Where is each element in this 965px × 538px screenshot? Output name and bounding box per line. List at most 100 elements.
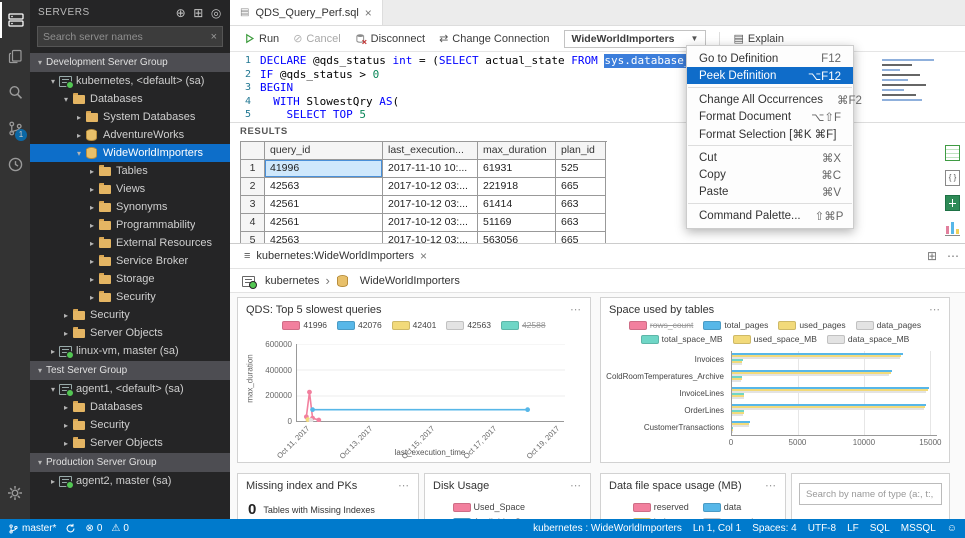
explorer-activity-icon[interactable] <box>0 38 30 74</box>
menu-item-command-palette[interactable]: Command Palette...⇧⌘P <box>687 207 853 224</box>
widget-more-actions-icon[interactable]: ⋯ <box>398 479 410 492</box>
active-connections-icon[interactable]: ◎ <box>211 6 222 20</box>
column-header[interactable]: max_duration <box>478 142 556 160</box>
table-row[interactable]: 5425632017-10-12 03:...563056665 <box>241 232 607 243</box>
object-search-input[interactable] <box>799 483 942 505</box>
legend-item[interactable]: data_space_MB <box>827 334 909 344</box>
legend-item[interactable]: rows_count <box>629 320 693 330</box>
table-row[interactable]: 1419962017-11-10 10:...61931525 <box>241 160 607 178</box>
change-connection-button[interactable]: ⇄ Change Connection <box>433 30 555 47</box>
disconnect-button[interactable]: Disconnect <box>349 31 431 47</box>
panel-more-actions-icon[interactable]: ⋯ <box>947 249 959 263</box>
new-server-group-icon[interactable]: ⊞ <box>193 6 204 20</box>
widget-more-actions-icon[interactable]: ⋯ <box>570 479 582 492</box>
tree-item[interactable]: ▸Security <box>30 416 230 434</box>
code-line[interactable]: 5 SELECT TOP 5 <box>230 108 965 122</box>
grid-cell[interactable]: 2017-10-12 03:... <box>383 178 478 196</box>
connection-status[interactable]: kubernetes : WideWorldImporters <box>533 523 682 534</box>
indentation-setting[interactable]: Spaces: 4 <box>752 523 796 534</box>
tree-item[interactable]: ▾WideWorldImporters <box>30 144 230 162</box>
cancel-button[interactable]: ⊘ Cancel <box>287 30 346 47</box>
grid-cell[interactable]: 61931 <box>478 160 556 178</box>
grid-cell[interactable]: 42561 <box>265 214 383 232</box>
legend-item[interactable]: total_space_MB <box>641 334 723 344</box>
cursor-position[interactable]: Ln 1, Col 1 <box>693 523 741 534</box>
minimap[interactable] <box>879 56 943 112</box>
grid-cell[interactable]: 665 <box>556 178 606 196</box>
tree-item[interactable]: ▸Security <box>30 306 230 324</box>
grid-cell[interactable]: 42563 <box>265 178 383 196</box>
column-header[interactable]: query_id <box>265 142 383 160</box>
grid-cell[interactable]: 42563 <box>265 232 383 243</box>
settings-gear-icon[interactable] <box>0 475 30 511</box>
grid-cell[interactable]: 41996 <box>265 160 383 178</box>
tree-item[interactable]: ▸Storage <box>30 270 230 288</box>
warnings-indicator[interactable]: ⚠0 <box>111 523 129 534</box>
tree-item[interactable]: ▸Security <box>30 288 230 306</box>
history-activity-icon[interactable] <box>0 146 30 182</box>
breadcrumb-server[interactable]: kubernetes <box>265 275 319 287</box>
clear-search-icon[interactable]: × <box>211 31 217 43</box>
breadcrumb-database[interactable]: WideWorldImporters <box>360 275 460 287</box>
menu-item-copy[interactable]: Copy⌘C <box>687 166 853 183</box>
legend-item[interactable]: reserved <box>633 502 689 512</box>
tree-item[interactable]: ▸Service Broker <box>30 252 230 270</box>
dashboard-tab[interactable]: ≡ kubernetes:WideWorldImporters × <box>236 244 435 268</box>
language-mode[interactable]: SQL <box>870 523 890 534</box>
tree-item[interactable]: ▸Synonyms <box>30 198 230 216</box>
grid-cell[interactable]: 2017-10-12 03:... <box>383 196 478 214</box>
server-search-box[interactable]: × <box>37 26 223 47</box>
close-tab-icon[interactable]: × <box>365 6 372 20</box>
tree-item[interactable]: ▾Databases <box>30 90 230 108</box>
search-activity-icon[interactable] <box>0 74 30 110</box>
run-button[interactable]: Run <box>238 31 285 47</box>
tree-item[interactable]: ▸Tables <box>30 162 230 180</box>
close-panel-tab-icon[interactable]: × <box>420 249 427 263</box>
grid-cell[interactable]: 563056 <box>478 232 556 243</box>
tree-item[interactable]: ▸AdventureWorks <box>30 126 230 144</box>
source-control-activity-icon[interactable]: 1 <box>0 110 30 146</box>
grid-cell[interactable]: 663 <box>556 214 606 232</box>
grid-cell[interactable]: 221918 <box>478 178 556 196</box>
tree-item[interactable]: ▸Views <box>30 180 230 198</box>
legend-item[interactable]: data_pages <box>856 320 921 330</box>
tree-item[interactable]: ▸System Databases <box>30 108 230 126</box>
legend-item[interactable]: used_pages <box>778 320 845 330</box>
code-line[interactable]: 2IF @qds_status > 0 <box>230 68 965 82</box>
grid-cell[interactable]: 663 <box>556 196 606 214</box>
tree-item[interactable]: ▸Databases <box>30 398 230 416</box>
tree-item[interactable]: ▸Server Objects <box>30 324 230 342</box>
tree-item[interactable]: ▾agent1, <default> (sa) <box>30 380 230 398</box>
server-group-header[interactable]: ▾Test Server Group <box>30 361 230 380</box>
widget-more-actions-icon[interactable]: ⋯ <box>929 303 941 316</box>
tree-item[interactable]: ▸External Resources <box>30 234 230 252</box>
feedback-smiley-icon[interactable]: ☺ <box>947 523 957 534</box>
grid-cell[interactable]: 2017-11-10 10:... <box>383 160 478 178</box>
view-as-chart-icon[interactable] <box>945 220 960 236</box>
grid-cell[interactable]: 665 <box>556 232 606 243</box>
menu-item-paste[interactable]: Paste⌘V <box>687 183 853 200</box>
tree-item[interactable]: ▸linux-vm, master (sa) <box>30 342 230 360</box>
git-branch-indicator[interactable]: master* <box>8 523 56 535</box>
encoding-setting[interactable]: UTF-8 <box>808 523 836 534</box>
menu-item-change-all-occurrences[interactable]: Change All Occurrences⌘F2 <box>687 91 853 108</box>
legend-item[interactable]: used_space_MB <box>733 334 817 344</box>
new-connection-icon[interactable]: ⊕ <box>176 6 187 20</box>
legend-item[interactable]: 42076 <box>337 320 382 330</box>
provider-mode[interactable]: MSSQL <box>901 523 936 534</box>
errors-indicator[interactable]: ⊗0 <box>85 523 102 534</box>
grid-cell[interactable]: 61414 <box>478 196 556 214</box>
menu-item-format-selection-k-f[interactable]: Format Selection [⌘K ⌘F] <box>687 125 853 142</box>
legend-item[interactable]: 42563 <box>446 320 491 330</box>
legend-item[interactable]: 42401 <box>392 320 437 330</box>
grid-cell[interactable]: 525 <box>556 160 606 178</box>
servers-activity-icon[interactable] <box>0 2 30 38</box>
grid-cell[interactable]: 51169 <box>478 214 556 232</box>
save-as-excel-icon[interactable] <box>945 195 960 211</box>
widget-more-actions-icon[interactable]: ⋯ <box>570 303 582 316</box>
legend-item[interactable]: total_pages <box>703 320 768 330</box>
eol-setting[interactable]: LF <box>847 523 859 534</box>
menu-item-peek-definition[interactable]: Peek Definition⌥F12 <box>687 67 853 84</box>
legend-item[interactable]: Used_Space <box>453 502 526 512</box>
legend-item[interactable]: data <box>703 502 754 512</box>
